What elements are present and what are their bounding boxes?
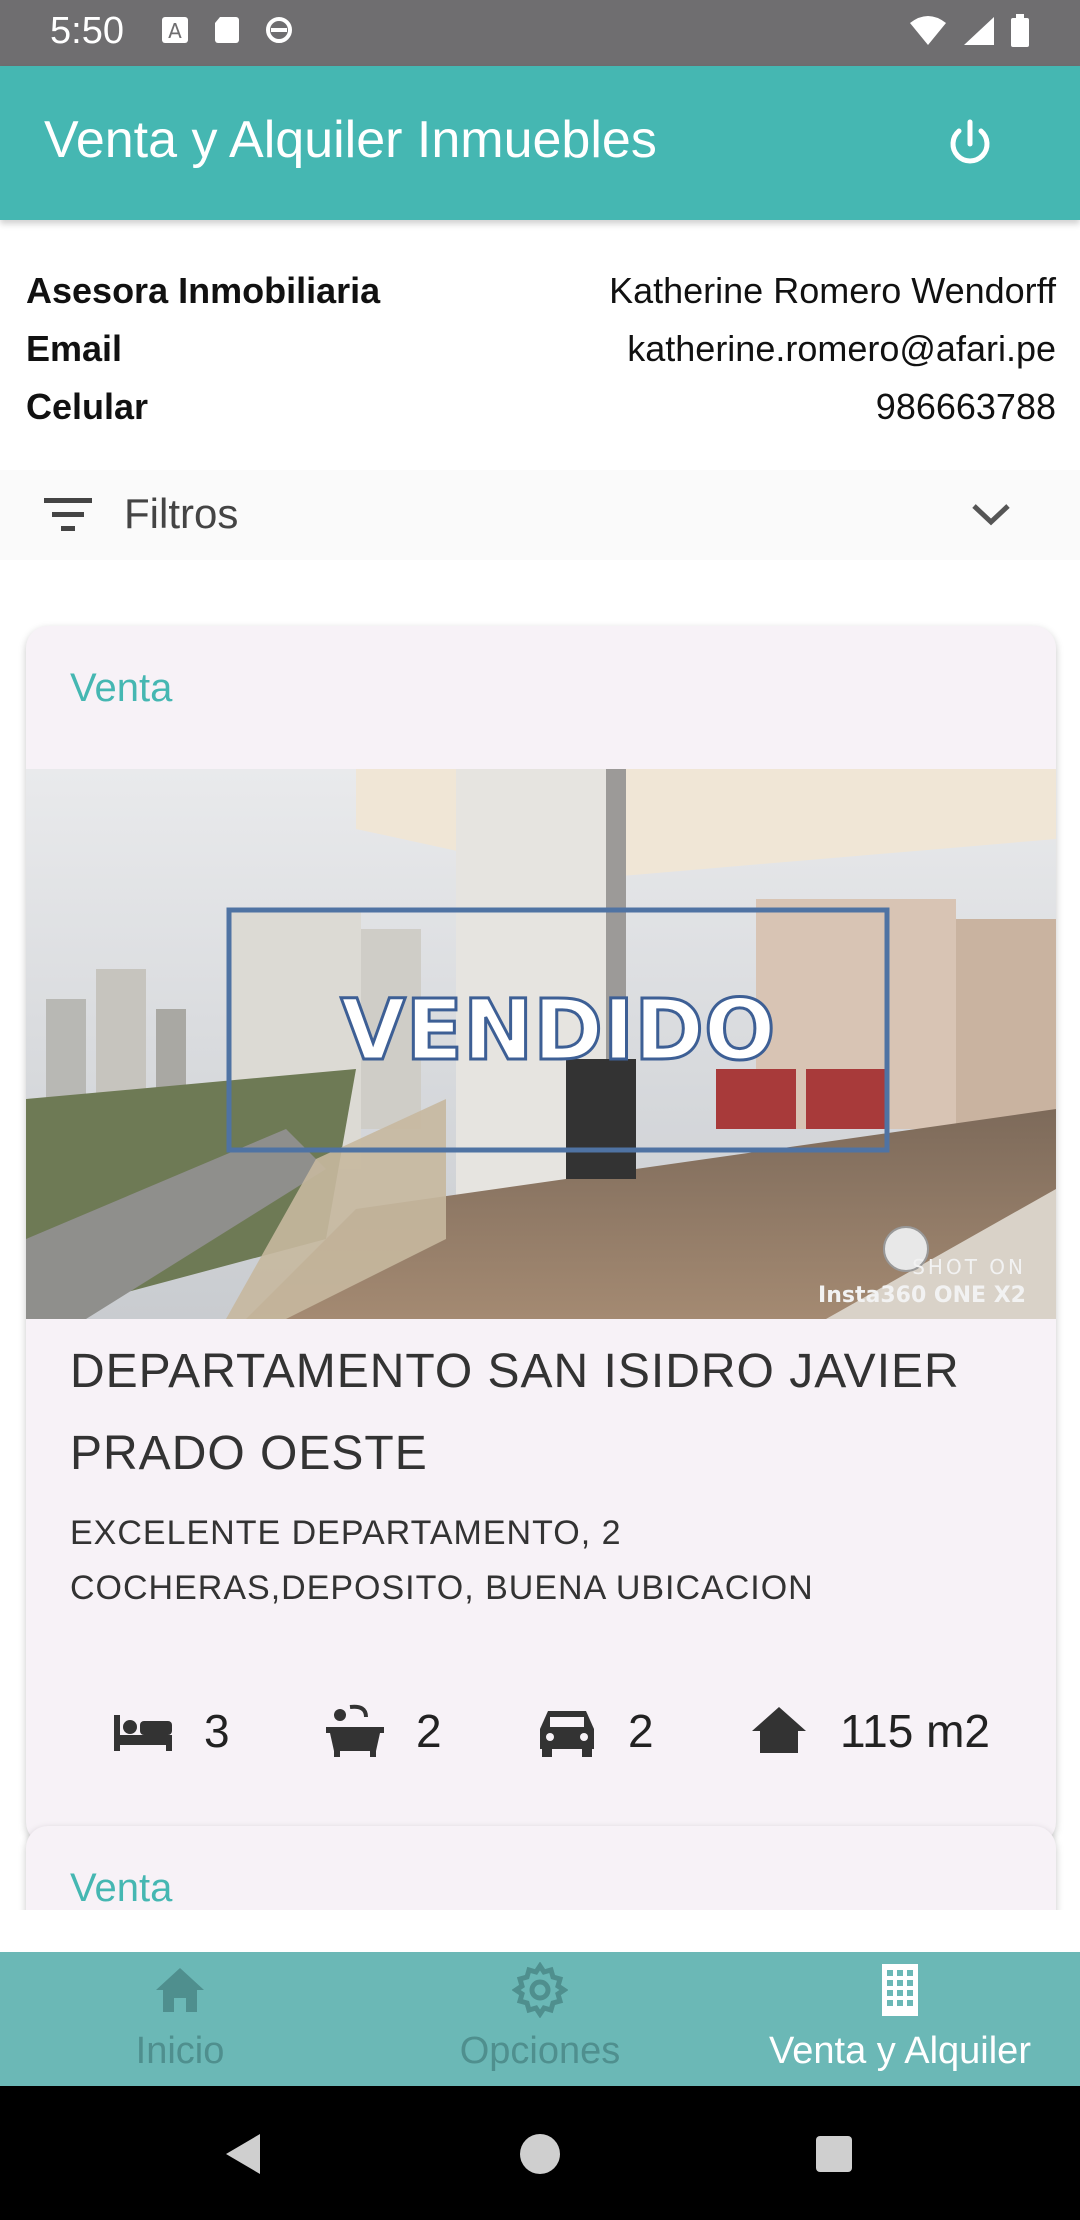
advisor-label: Asesora Inmobiliaria	[26, 270, 381, 311]
feature-parking: 2	[534, 1686, 654, 1776]
feature-bathrooms: 2	[322, 1686, 442, 1776]
bed-icon	[114, 1715, 172, 1751]
feature-bedrooms: 3	[110, 1686, 230, 1776]
home-button-icon[interactable]	[518, 2132, 562, 2176]
phone-value[interactable]: 986663788	[876, 386, 1056, 428]
nav-opciones-label: Opciones	[459, 2030, 621, 2072]
wifi-icon	[910, 16, 946, 45]
status-time: 5:50	[50, 10, 124, 52]
notification-a-icon: A	[162, 17, 188, 43]
sd-card-icon	[215, 17, 239, 43]
email-row: Email katherine.romero@afari.pe	[26, 320, 1056, 378]
listing-card[interactable]: Venta	[26, 1826, 1056, 1910]
svg-text:A: A	[168, 19, 182, 43]
advisor-row: Asesora Inmobiliaria Katherine Romero We…	[26, 262, 1056, 320]
email-value[interactable]: katherine.romero@afari.pe	[627, 328, 1056, 370]
nav-venta-alquiler-label: Venta y Alquiler	[769, 2030, 1031, 2072]
house-icon	[752, 1707, 806, 1753]
phone-label: Celular	[26, 386, 149, 427]
listing-card[interactable]: Venta	[26, 626, 1056, 1844]
listing-features: 3 2 2 115 m2	[26, 1686, 1056, 1776]
nav-inicio-label: Inicio	[135, 2030, 225, 2072]
parking-count: 2	[628, 1705, 654, 1757]
sold-overlay: VENDIDO	[341, 981, 776, 1079]
bedrooms-count: 3	[204, 1705, 230, 1757]
email-label: Email	[26, 328, 123, 369]
listings-list: Venta VENDIDO SHOT ON Insta360 ONE X2 DE…	[0, 560, 1080, 1910]
app-bar: Venta y Alquiler Inmuebles	[0, 66, 1080, 220]
bottom-nav: Inicio Opciones Venta y Alquiler	[0, 1952, 1080, 2086]
recents-icon[interactable]	[814, 2134, 854, 2174]
feature-area: 115 m2	[746, 1686, 990, 1776]
power-icon[interactable]	[940, 114, 1000, 174]
phone-row: Celular 986663788	[26, 378, 1056, 436]
notification-icons: A	[160, 14, 294, 46]
listing-description: EXCELENTE DEPARTAMENTO, 2 COCHERAS,DEPOS…	[70, 1514, 814, 1607]
sync-icon	[266, 17, 292, 43]
chevron-down-icon[interactable]	[968, 496, 1014, 532]
watermark-shot-on: SHOT ON	[912, 1255, 1026, 1279]
watermark-camera: Insta360 ONE X2	[818, 1283, 1026, 1308]
back-icon[interactable]	[222, 2132, 264, 2176]
bathtub-icon	[326, 1704, 384, 1757]
bathrooms-count: 2	[416, 1705, 442, 1757]
filters-label: Filtros	[124, 490, 239, 537]
gear-icon	[512, 1962, 568, 2018]
app-title: Venta y Alquiler Inmuebles	[44, 111, 657, 169]
listing-title: DEPARTAMENTO SAN ISIDRO JAVIER PRADO OES…	[70, 1345, 960, 1480]
nav-inicio[interactable]: Inicio	[0, 1952, 360, 2086]
filters-expander[interactable]: Filtros	[0, 470, 1080, 560]
filter-icon	[44, 498, 92, 531]
nav-venta-alquiler[interactable]: Venta y Alquiler	[720, 1952, 1080, 2086]
building-icon	[882, 1964, 918, 2016]
listing-photo[interactable]: VENDIDO SHOT ON Insta360 ONE X2	[26, 769, 1056, 1319]
car-icon	[540, 1711, 594, 1757]
listing-type: Venta	[70, 1866, 173, 1910]
system-icons	[908, 14, 1030, 48]
nav-opciones[interactable]: Opciones	[360, 1952, 720, 2086]
system-nav-bar	[0, 2086, 1080, 2220]
advisor-info: Asesora Inmobiliaria Katherine Romero We…	[26, 262, 1056, 436]
signal-icon	[964, 17, 994, 45]
home-icon	[156, 1968, 204, 2012]
advisor-name: Katherine Romero Wendorff	[609, 270, 1056, 311]
listing-type: Venta	[70, 666, 173, 710]
battery-icon	[1011, 14, 1029, 47]
area-value: 115 m2	[840, 1705, 991, 1757]
status-bar: 5:50 A	[0, 0, 1080, 66]
